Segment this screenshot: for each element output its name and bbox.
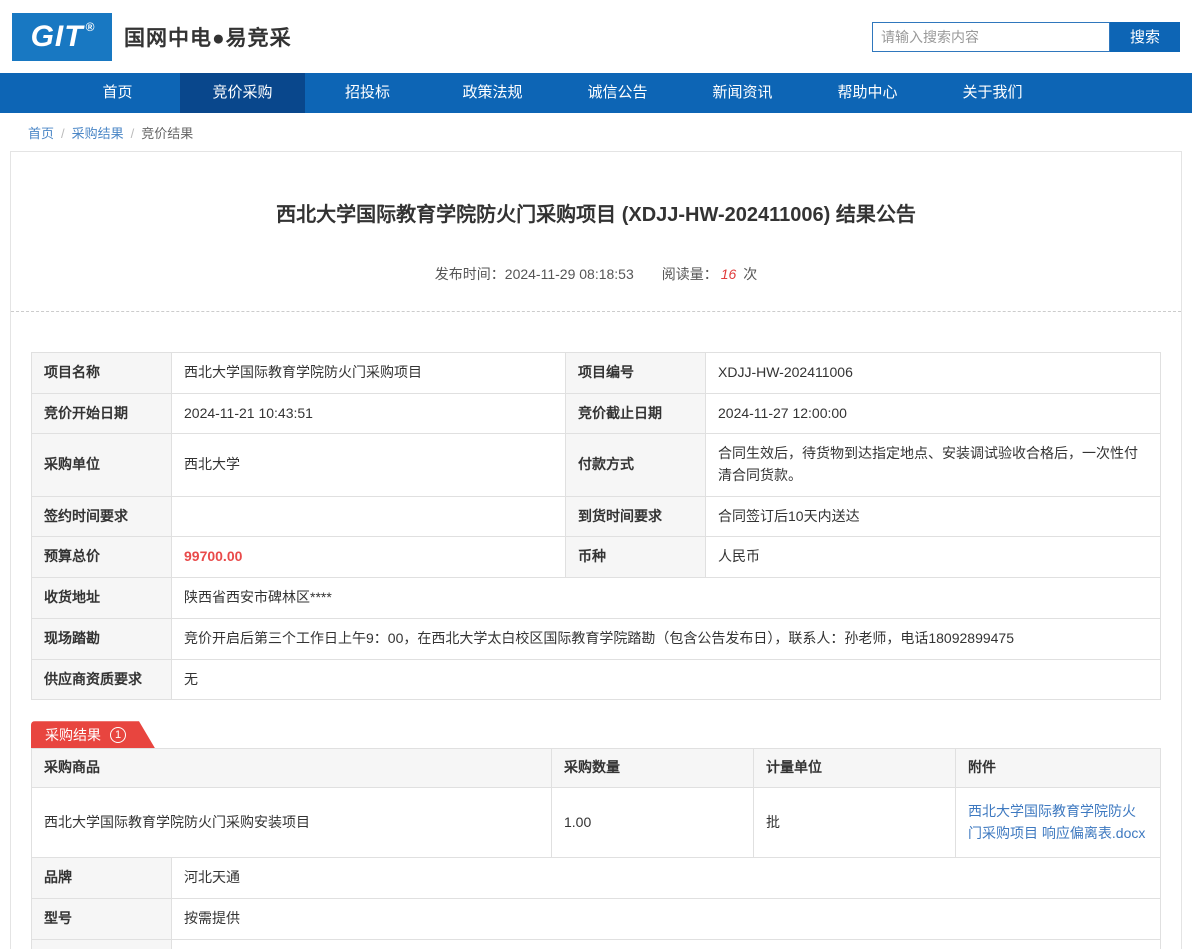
views-label: 阅读量： (662, 266, 718, 282)
article-meta: 发布时间：2024-11-29 08:18:53 阅读量：16 次 (11, 264, 1181, 284)
info-label: 到货时间要求 (566, 496, 706, 537)
info-value: 西北大学 (172, 434, 566, 496)
registered-trademark-icon: ® (86, 20, 96, 34)
nav-item-首页[interactable]: 首页 (55, 73, 180, 113)
search-bar: 搜索 (872, 22, 1180, 52)
info-label: 收货地址 (32, 578, 172, 619)
info-value: 99700.00 (172, 537, 566, 578)
main-nav: 首页竞价采购招投标政策法规诚信公告新闻资讯帮助中心关于我们 (0, 73, 1192, 113)
breadcrumb: 首页 / 采购结果 / 竞价结果 (0, 113, 1192, 151)
info-value (172, 496, 566, 537)
content-card: 西北大学国际教育学院防火门采购项目 (XDJJ-HW-202411006) 结果… (10, 151, 1182, 949)
top-header: GIT® 国网中电●易竞采 搜索 (0, 0, 1192, 73)
project-info-table: 项目名称西北大学国际教育学院防火门采购项目项目编号XDJJ-HW-2024110… (31, 352, 1161, 700)
info-value: XDJJ-HW-202411006 (706, 353, 1161, 394)
nav-item-关于我们[interactable]: 关于我们 (930, 73, 1055, 113)
info-table-row: 供应商资质要求无 (32, 659, 1161, 700)
result-column-header: 采购数量 (552, 749, 754, 788)
info-label: 预算总价 (32, 537, 172, 578)
info-label: 签约时间要求 (32, 496, 172, 537)
result-row: 西北大学国际教育学院防火门采购安装项目 1.00 批 西北大学国际教育学院防火门… (32, 787, 1161, 857)
dashed-divider (11, 311, 1181, 312)
nav-item-诚信公告[interactable]: 诚信公告 (555, 73, 680, 113)
info-table-row: 采购单位西北大学付款方式合同生效后，待货物到达指定地点、安装调试验收合格后，一次… (32, 434, 1161, 496)
result-column-header: 计量单位 (754, 749, 956, 788)
info-value: 陕西省西安市碑林区**** (172, 578, 1161, 619)
result-product: 西北大学国际教育学院防火门采购安装项目 (32, 787, 552, 857)
search-input[interactable] (872, 22, 1110, 52)
result-quantity: 1.00 (552, 787, 754, 857)
procurement-result-badge: 采购结果 1 (31, 721, 155, 748)
nav-item-帮助中心[interactable]: 帮助中心 (805, 73, 930, 113)
search-button[interactable]: 搜索 (1110, 22, 1180, 52)
detail-row: 成交总价47400.00 元 (32, 939, 1161, 949)
info-value: 无 (172, 659, 1161, 700)
site-name: 国网中电●易竞采 (124, 22, 292, 52)
detail-label: 成交总价 (32, 939, 172, 949)
views-count: 16 (721, 266, 737, 282)
info-value: 合同生效后，待货物到达指定地点、安装调试验收合格后，一次性付清合同货款。 (706, 434, 1161, 496)
info-table-row: 预算总价99700.00币种人民币 (32, 537, 1161, 578)
detail-row: 品牌河北天通 (32, 858, 1161, 899)
info-label: 币种 (566, 537, 706, 578)
result-details-table: 品牌河北天通型号按需提供成交总价47400.00 元成交供应商陕西环亿建筑工程设… (31, 857, 1161, 949)
logo-text: GIT (31, 20, 84, 54)
result-column-header: 采购商品 (32, 749, 552, 788)
nav-item-新闻资讯[interactable]: 新闻资讯 (680, 73, 805, 113)
info-table-row: 竞价开始日期2024-11-21 10:43:51竞价截止日期2024-11-2… (32, 393, 1161, 434)
info-value: 2024-11-27 12:00:00 (706, 393, 1161, 434)
info-label: 项目编号 (566, 353, 706, 394)
detail-label: 型号 (32, 898, 172, 939)
info-table-row: 收货地址陕西省西安市碑林区**** (32, 578, 1161, 619)
publish-time-value: 2024-11-29 08:18:53 (505, 266, 634, 282)
views-unit: 次 (743, 266, 757, 282)
info-table-row: 项目名称西北大学国际教育学院防火门采购项目项目编号XDJJ-HW-2024110… (32, 353, 1161, 394)
info-table-row: 现场踏勘竞价开启后第三个工作日上午9：00，在西北大学太白校区国际教育学院踏勘（… (32, 618, 1161, 659)
detail-row: 型号按需提供 (32, 898, 1161, 939)
result-badge-label: 采购结果 (45, 725, 101, 745)
breadcrumb-separator: / (61, 126, 65, 141)
info-label: 采购单位 (32, 434, 172, 496)
info-label: 供应商资质要求 (32, 659, 172, 700)
detail-value: 河北天通 (172, 858, 1161, 899)
info-value: 2024-11-21 10:43:51 (172, 393, 566, 434)
result-attachment-cell: 西北大学国际教育学院防火门采购项目 响应偏离表.docx (956, 787, 1161, 857)
nav-item-招投标[interactable]: 招投标 (305, 73, 430, 113)
nav-item-竞价采购[interactable]: 竞价采购 (180, 73, 305, 113)
procurement-result-table: 采购商品采购数量计量单位附件 西北大学国际教育学院防火门采购安装项目 1.00 … (31, 748, 1161, 858)
info-value: 西北大学国际教育学院防火门采购项目 (172, 353, 566, 394)
breadcrumb-separator: / (131, 126, 135, 141)
page-title: 西北大学国际教育学院防火门采购项目 (XDJJ-HW-202411006) 结果… (11, 152, 1181, 227)
info-label: 竞价截止日期 (566, 393, 706, 434)
publish-time-label: 发布时间： (435, 266, 505, 282)
detail-value: 按需提供 (172, 898, 1161, 939)
info-value: 人民币 (706, 537, 1161, 578)
nav-item-政策法规[interactable]: 政策法规 (430, 73, 555, 113)
site-logo[interactable]: GIT® (12, 13, 112, 61)
attachment-link[interactable]: 西北大学国际教育学院防火门采购项目 响应偏离表.docx (968, 803, 1145, 841)
breadcrumb-item-采购结果[interactable]: 采购结果 (72, 126, 124, 141)
info-label: 竞价开始日期 (32, 393, 172, 434)
info-label: 付款方式 (566, 434, 706, 496)
info-label: 项目名称 (32, 353, 172, 394)
info-value: 竞价开启后第三个工作日上午9：00，在西北大学太白校区国际教育学院踏勘（包含公告… (172, 618, 1161, 659)
breadcrumb-item-首页[interactable]: 首页 (28, 126, 54, 141)
nav-list: 首页竞价采购招投标政策法规诚信公告新闻资讯帮助中心关于我们 (0, 73, 1192, 113)
result-unit: 批 (754, 787, 956, 857)
result-count-badge: 1 (110, 727, 126, 743)
breadcrumb-item-竞价结果: 竞价结果 (141, 126, 193, 141)
detail-label: 品牌 (32, 858, 172, 899)
detail-value: 47400.00 元 (172, 939, 1161, 949)
info-value: 合同签订后10天内送达 (706, 496, 1161, 537)
result-column-header: 附件 (956, 749, 1161, 788)
info-label: 现场踏勘 (32, 618, 172, 659)
info-table-row: 签约时间要求 到货时间要求合同签订后10天内送达 (32, 496, 1161, 537)
